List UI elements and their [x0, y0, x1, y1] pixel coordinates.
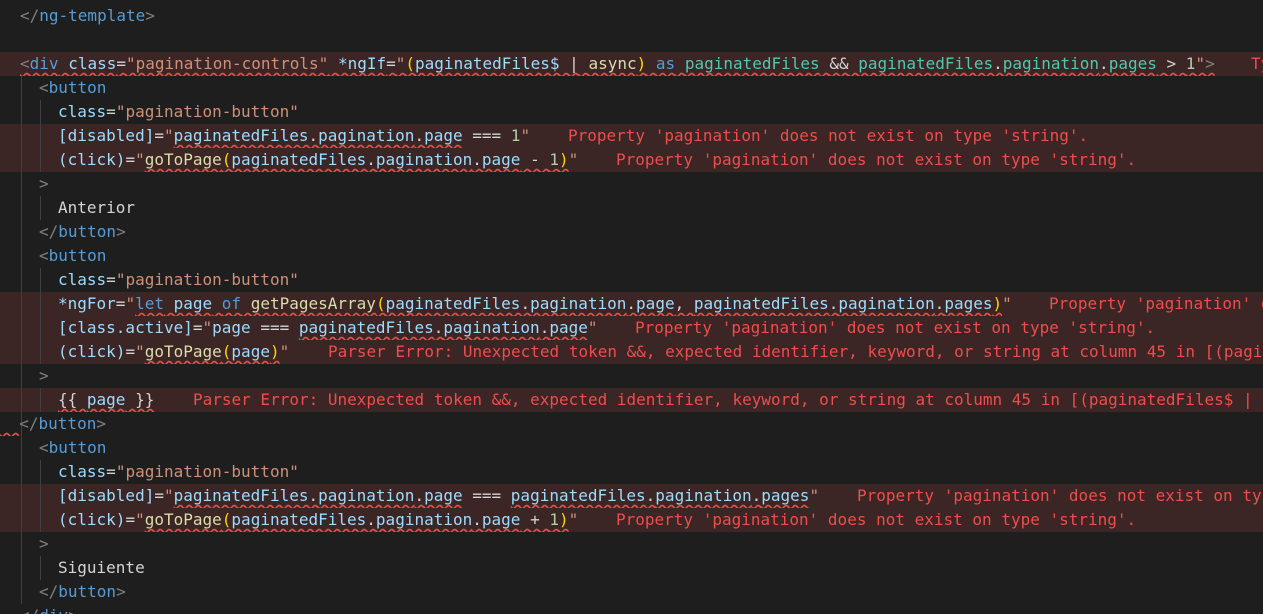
code-text: </div> [20, 604, 78, 614]
error-diagnostic: Property 'pagination' does not exist on … [568, 126, 1089, 145]
error-diagnostic: Parser Error: Unexpected token &&, expec… [193, 390, 1263, 409]
code-line[interactable]: (click)="goToPage(paginatedFiles.paginat… [0, 508, 1263, 532]
code-text: <button [39, 246, 107, 265]
code-line[interactable]: <button [0, 76, 1263, 100]
code-text: class="pagination-button" [58, 102, 299, 121]
code-line[interactable]: > [0, 532, 1263, 556]
code-line[interactable]: class="pagination-button" [0, 460, 1263, 484]
code-line[interactable]: Anterior [0, 196, 1263, 220]
code-text: </button> [19, 414, 106, 433]
code-editor[interactable]: </ng-template> <div class="pagination-co… [0, 0, 1263, 614]
code-line[interactable]: </button> [0, 580, 1263, 604]
code-text: <button [39, 438, 107, 457]
clipped-line-above [0, 0, 1263, 2]
code-text: </button> [39, 582, 126, 601]
code-text: (click)="goToPage(paginatedFiles.paginat… [58, 510, 579, 529]
error-diagnostic: Property 'pagination' does not exist on … [635, 318, 1156, 337]
code-text: <div class="pagination-controls" *ngIf="… [20, 54, 1215, 73]
code-text: Anterior [58, 198, 136, 217]
code-line[interactable]: > [0, 364, 1263, 388]
error-diagnostic: Property 'pagination' does not exist on … [616, 510, 1137, 529]
code-text: <button [39, 78, 107, 97]
code-text: Siguiente [58, 558, 145, 577]
code-line[interactable]: {{ page }} Parser Error: Unexpected toke… [0, 388, 1263, 412]
code-text: {{ page }} [58, 390, 155, 409]
error-diagnostic: Property 'pagination' does not exist on … [616, 150, 1137, 169]
code-text: [disabled]="paginatedFiles.pagination.pa… [58, 486, 820, 505]
code-line[interactable]: [disabled]="paginatedFiles.pagination.pa… [0, 484, 1263, 508]
code-line[interactable]: > [0, 172, 1263, 196]
code-text: class="pagination-button" [58, 270, 299, 289]
code-text: > [39, 174, 49, 193]
code-line[interactable]: class="pagination-button" [0, 268, 1263, 292]
code-text: class="pagination-button" [58, 462, 299, 481]
code-line[interactable] [0, 28, 1263, 52]
code-line[interactable]: </button> [0, 220, 1263, 244]
code-line[interactable]: class="pagination-button" [0, 100, 1263, 124]
code-line[interactable]: <div class="pagination-controls" *ngIf="… [0, 52, 1263, 76]
code-text: </button> [39, 222, 126, 241]
code-text: (click)="goToPage(page)" [58, 342, 290, 361]
code-text: (click)="goToPage(paginatedFiles.paginat… [58, 150, 579, 169]
code-text: </ng-template> [20, 6, 155, 25]
code-line[interactable]: </ng-template> [0, 4, 1263, 28]
code-line[interactable]: (click)="goToPage(page)" Parser Error: U… [0, 340, 1263, 364]
code-line[interactable]: [class.active]="page === paginatedFiles.… [0, 316, 1263, 340]
code-text: [disabled]="paginatedFiles.pagination.pa… [58, 126, 531, 145]
error-diagnostic: Ty [1251, 54, 1263, 73]
code-text: [class.active]="page === paginatedFiles.… [58, 318, 598, 337]
error-diagnostic: Property 'pagination' d [1049, 294, 1263, 313]
code-text: > [39, 366, 49, 385]
code-text: *ngFor="let page of getPagesArray(pagina… [58, 294, 1012, 313]
code-line[interactable]: <button [0, 436, 1263, 460]
code-line[interactable]: [disabled]="paginatedFiles.pagination.pa… [0, 124, 1263, 148]
code-line[interactable]: </div> [0, 604, 1263, 614]
code-text: > [39, 534, 49, 553]
error-diagnostic: Parser Error: Unexpected token &&, expec… [328, 342, 1263, 361]
code-line[interactable]: (click)="goToPage(paginatedFiles.paginat… [0, 148, 1263, 172]
code-line[interactable]: Siguiente [0, 556, 1263, 580]
code-line[interactable]: *ngFor="let page of getPagesArray(pagina… [0, 292, 1263, 316]
error-diagnostic: Property 'pagination' does not exist on … [857, 486, 1263, 505]
code-line[interactable]: <button [0, 244, 1263, 268]
code-line[interactable]: </button> [0, 412, 1263, 436]
